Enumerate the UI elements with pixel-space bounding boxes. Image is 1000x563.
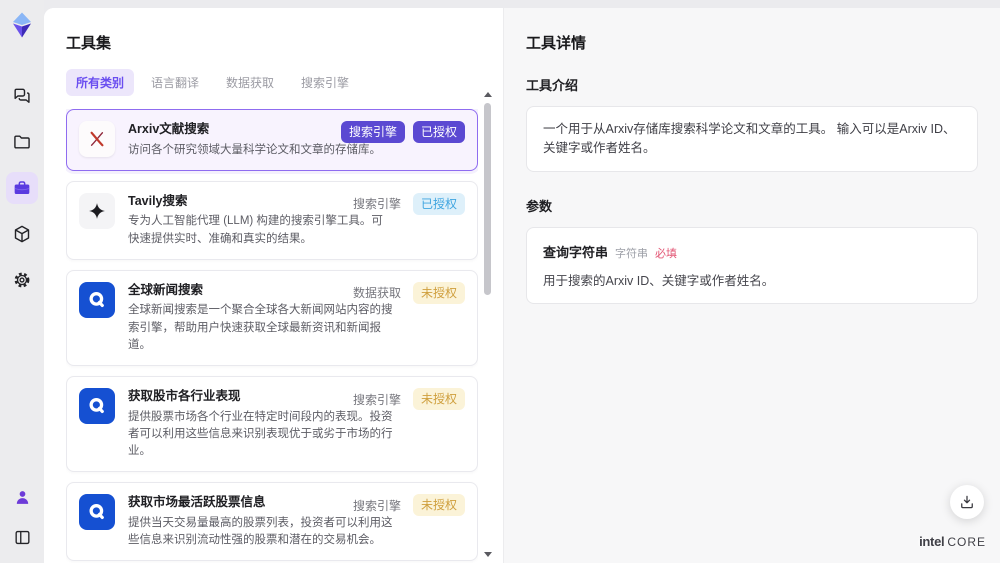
tavily-star-icon xyxy=(79,192,115,229)
gear-icon xyxy=(12,270,32,290)
category-badge: 搜索引擎 xyxy=(340,121,405,144)
collapse-panel-icon xyxy=(13,528,32,547)
tool-description: 提供股票市场各个行业在特定时间段内的表现。投资者可以利用这些信息来识别表现优于或… xyxy=(128,410,393,458)
tab-search-engine[interactable]: 搜索引擎 xyxy=(291,69,359,96)
app-window: 工具集 所有类别 语言翻译 数据获取 搜索引擎 Arxiv文献搜索 访问各个研究… xyxy=(0,0,1000,563)
tool-description: 提供当天交易量最高的股票列表，投资者可以利用这些信息来识别流动性强的股票和潜在的… xyxy=(128,516,393,546)
tool-card-tavily[interactable]: Tavily搜索 专为人工智能代理 (LLM) 构建的搜索引擎工具。可快速提供实… xyxy=(66,180,478,260)
parameter-item: 查询字符串 字符串 必填 用于搜索的Arxiv ID、关键字或作者姓名。 xyxy=(526,226,978,304)
tools-list-panel: 工具集 所有类别 语言翻译 数据获取 搜索引擎 Arxiv文献搜索 访问各个研究… xyxy=(44,8,503,563)
tool-detail-panel: 工具详情 工具介绍 一个用于从Arxiv存储库搜索科学论文和文章的工具。 输入可… xyxy=(503,8,1000,563)
sidebar-item-chat[interactable] xyxy=(6,80,38,112)
tool-card-arxiv[interactable]: Arxiv文献搜索 访问各个研究领域大量科学论文和文章的存储库。 搜索引擎 已授… xyxy=(66,109,478,171)
status-badge: 未授权 xyxy=(412,494,465,517)
scroll-down-arrow[interactable] xyxy=(484,552,492,557)
category-label: 数据获取 xyxy=(352,286,401,301)
sidebar-item-settings[interactable] xyxy=(6,264,38,296)
page-title: 工具集 xyxy=(66,35,112,52)
sidebar-item-collapse[interactable] xyxy=(6,521,38,553)
tool-description: 专为人工智能代理 (LLM) 构建的搜索引擎工具。可快速提供实时、准确和真实的结… xyxy=(128,215,383,245)
tab-data-fetch[interactable]: 数据获取 xyxy=(216,69,284,96)
folder-icon xyxy=(12,132,32,152)
category-tabs: 所有类别 语言翻译 数据获取 搜索引擎 xyxy=(66,69,503,96)
main-content: 工具集 所有类别 语言翻译 数据获取 搜索引擎 Arxiv文献搜索 访问各个研究… xyxy=(44,8,1000,563)
status-badge: 未授权 xyxy=(412,388,465,411)
tool-intro-text: 一个用于从Arxiv存储库搜索科学论文和文章的工具。 输入可以是Arxiv ID… xyxy=(526,106,978,172)
sidebar-item-packages[interactable] xyxy=(6,218,38,250)
user-icon xyxy=(13,488,32,507)
parameter-description: 用于搜索的Arxiv ID、关键字或作者姓名。 xyxy=(543,273,775,288)
list-scrollbar xyxy=(483,92,493,557)
sidebar-item-toolkit[interactable] xyxy=(6,172,38,204)
tool-description: 全球新闻搜索是一个聚合全球各大新闻网站内容的搜索引擎，帮助用户快速获取全球最新资… xyxy=(128,304,393,351)
app-logo-icon xyxy=(8,10,36,40)
required-flag: 必填 xyxy=(655,247,678,260)
scrollbar-thumb[interactable] xyxy=(484,103,491,295)
download-icon xyxy=(958,493,976,511)
category-label: 搜索引擎 xyxy=(352,392,401,407)
tool-card-global-news[interactable]: 全球新闻搜索 全球新闻搜索是一个聚合全球各大新闻网站内容的搜索引擎，帮助用户快速… xyxy=(66,269,478,366)
scroll-up-arrow[interactable] xyxy=(484,92,492,97)
parameter-name: 查询字符串 xyxy=(543,244,609,260)
briefcase-icon xyxy=(12,178,32,198)
intro-heading: 工具介绍 xyxy=(526,78,579,93)
params-heading: 参数 xyxy=(526,198,553,214)
tool-list: Arxiv文献搜索 访问各个研究领域大量科学论文和文章的存储库。 搜索引擎 已授… xyxy=(66,109,478,563)
qnews-logo-icon xyxy=(79,494,115,531)
qnews-logo-icon xyxy=(79,388,115,424)
status-badge: 已授权 xyxy=(412,192,465,215)
category-label: 搜索引擎 xyxy=(352,197,401,212)
qnews-logo-icon xyxy=(79,281,115,318)
tool-card-sector-performance[interactable]: 获取股市各行业表现 提供股票市场各个行业在特定时间段内的表现。投资者可以利用这些… xyxy=(66,376,478,473)
category-label: 搜索引擎 xyxy=(352,498,401,513)
sidebar-bottom xyxy=(6,481,38,553)
tool-description: 访问各个研究领域大量科学论文和文章的存储库。 xyxy=(128,143,381,156)
tab-translation[interactable]: 语言翻译 xyxy=(141,69,209,96)
sidebar-item-account[interactable] xyxy=(6,481,38,513)
arxiv-logo-icon xyxy=(79,121,115,157)
intel-core-logo: intel CORE xyxy=(919,534,986,549)
download-button[interactable] xyxy=(950,485,984,519)
sidebar-item-files[interactable] xyxy=(6,126,38,158)
detail-title: 工具详情 xyxy=(526,35,587,52)
tab-all-categories[interactable]: 所有类别 xyxy=(66,69,135,96)
status-badge: 未授权 xyxy=(412,281,465,304)
sidebar-rail xyxy=(0,0,44,563)
parameter-type: 字符串 xyxy=(615,247,649,260)
status-badge: 已授权 xyxy=(412,121,465,144)
chat-icon xyxy=(12,86,32,106)
package-icon xyxy=(12,224,32,244)
tool-card-active-stocks[interactable]: 获取市场最活跃股票信息 提供当天交易量最高的股票列表，投资者可以利用这些信息来识… xyxy=(66,482,478,562)
